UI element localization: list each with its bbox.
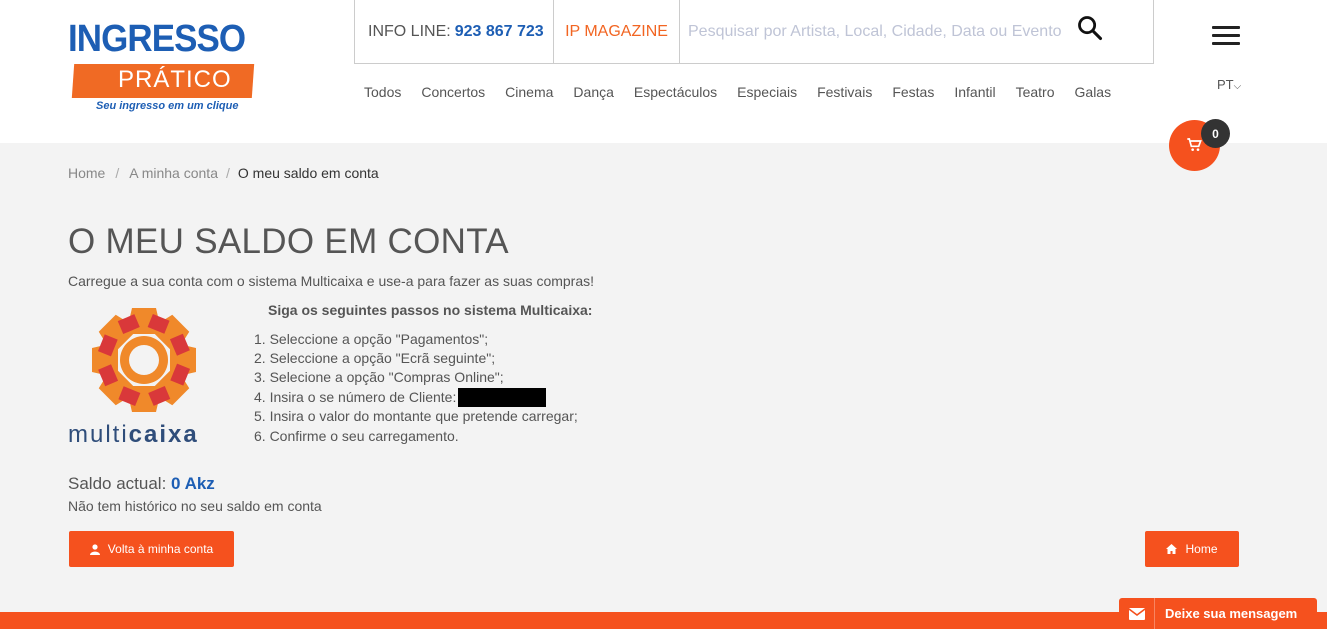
info-line-label: INFO LINE: [368, 22, 451, 40]
no-history-text: Não tem histórico no seu saldo em conta [68, 498, 322, 514]
breadcrumb-separator: / [115, 165, 120, 181]
step-item: 4. Insira o se número de Cliente: [254, 388, 578, 408]
breadcrumb-current: O meu saldo em conta [237, 165, 379, 181]
site-header: INGRESSO PRÁTICO Seu ingresso em um cliq… [0, 0, 1327, 143]
step-item: 2. Seleccione a opção "Ecrã seguinte"; [254, 350, 496, 367]
category-nav: Todos Concertos Cinema Dança Espectáculo… [354, 84, 1121, 100]
home-icon [1166, 544, 1178, 554]
search-input[interactable] [688, 22, 1068, 41]
nav-item-festas[interactable]: Festas [892, 84, 934, 100]
steps-title: Siga os seguintes passos no sistema Mult… [268, 302, 593, 318]
info-line-phone[interactable]: 923 867 723 [455, 23, 544, 41]
user-icon [89, 543, 100, 555]
logo-subtitle: PRÁTICO [118, 66, 232, 93]
logo-tagline: Seu ingresso em um clique [96, 100, 239, 112]
nav-item-espectaculos[interactable]: Espectáculos [634, 84, 717, 100]
nav-item-especiais[interactable]: Especiais [737, 84, 797, 100]
step-item: 5. Insira o valor do montante que preten… [254, 408, 578, 425]
nav-item-festivais[interactable]: Festivais [817, 84, 872, 100]
nav-item-todos[interactable]: Todos [364, 84, 401, 100]
page-title: O MEU SALDO EM CONTA [68, 222, 509, 261]
breadcrumb-home[interactable]: Home [68, 165, 105, 181]
chevron-down-icon: ⌵ [1233, 81, 1242, 92]
intro-text: Carregue a sua conta com o sistema Multi… [68, 273, 595, 289]
nav-item-concertos[interactable]: Concertos [421, 84, 485, 100]
site-logo[interactable]: INGRESSO PRÁTICO Seu ingresso em um cliq… [68, 18, 260, 114]
search-icon[interactable] [1076, 14, 1104, 42]
back-to-account-label: Volta à minha conta [107, 542, 214, 556]
multicaixa-wordmark: multicaixa [68, 421, 199, 449]
step-item: 1. Seleccione a opção "Pagamentos"; [254, 331, 489, 347]
step-item-text: 4. Insira o se número de Cliente: [254, 388, 457, 405]
ip-magazine-link[interactable]: IP MAGAZINE [554, 0, 680, 63]
language-label: PT [1217, 77, 1234, 92]
step-item: 6. Confirme o seu carregamento. [254, 427, 459, 444]
leave-message-button[interactable]: Deixe sua mensagem [1119, 598, 1317, 629]
multicaixa-wordmark-light: multi [68, 421, 129, 448]
breadcrumb-separator: / [225, 165, 230, 181]
multicaixa-wordmark-bold: caixa [128, 421, 199, 448]
search-box [680, 0, 1153, 63]
cart-icon [1187, 138, 1202, 151]
multicaixa-logo: multicaixa [68, 305, 223, 449]
info-line: INFO LINE: 923 867 723 [355, 0, 554, 63]
home-button[interactable]: Home [1145, 531, 1239, 567]
back-to-account-button[interactable]: Volta à minha conta [69, 531, 234, 567]
envelope-icon [1119, 598, 1155, 629]
nav-item-galas[interactable]: Galas [1075, 84, 1112, 100]
current-balance: Saldo actual: 0 Akz [68, 474, 215, 494]
top-bar: INFO LINE: 923 867 723 IP MAGAZINE [354, 0, 1154, 64]
multicaixa-emblem-icon [92, 308, 196, 412]
nav-item-cinema[interactable]: Cinema [505, 84, 553, 100]
balance-value: 0 Akz [171, 474, 215, 493]
logo-title: INGRESSO [68, 18, 246, 60]
redacted-client-number [458, 388, 547, 408]
nav-item-teatro[interactable]: Teatro [1016, 84, 1055, 100]
breadcrumb: Home / A minha conta / O meu saldo em co… [68, 165, 379, 181]
hamburger-menu-icon[interactable] [1212, 26, 1240, 46]
nav-item-danca[interactable]: Dança [573, 84, 613, 100]
breadcrumb-account[interactable]: A minha conta [129, 165, 218, 181]
steps-list: 1. Seleccione a opção "Pagamentos"; 2. S… [254, 330, 578, 446]
home-button-label: Home [1185, 542, 1218, 556]
leave-message-label: Deixe sua mensagem [1165, 606, 1298, 621]
nav-item-infantil[interactable]: Infantil [954, 84, 995, 100]
cart-count-badge: 0 [1201, 119, 1230, 148]
step-item: 3. Selecione a opção "Compras Online"; [254, 369, 504, 386]
language-selector[interactable]: PT⌵ [1217, 77, 1241, 92]
balance-label: Saldo actual: [68, 474, 167, 493]
